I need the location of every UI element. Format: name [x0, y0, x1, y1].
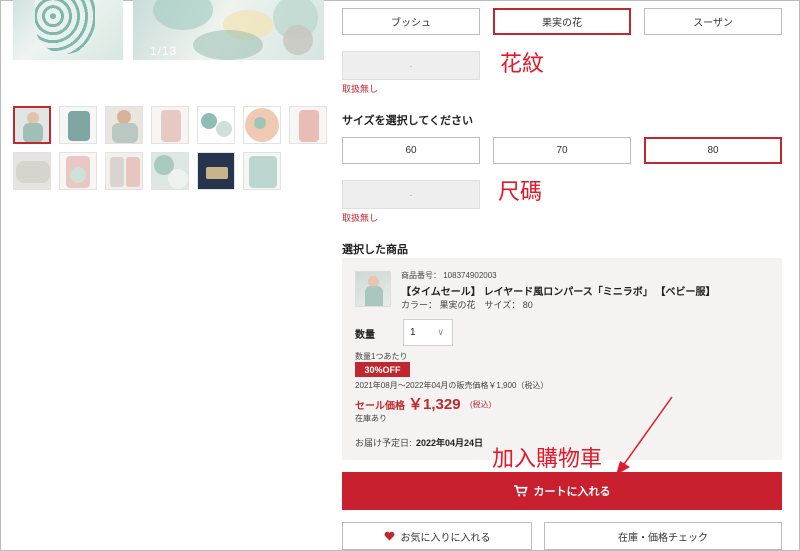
delivery-date: 2022年04月24日	[416, 438, 484, 448]
product-number: 商品番号： 108374902003	[401, 271, 497, 280]
thumbnail[interactable]	[151, 152, 189, 190]
color-option-fruit-flower[interactable]: 果実の花	[493, 8, 631, 35]
delivery-label: お届け予定日:	[355, 438, 412, 448]
favorite-label: お気に入りに入れる	[400, 532, 491, 544]
selected-product-panel: 商品番号： 108374902003 【タイムセール】 レイヤード風ロンパース「…	[342, 258, 782, 460]
stock-price-check-label: 在庫・価格チェック	[618, 532, 708, 544]
per-unit-label: 数量1つあたり	[355, 352, 408, 361]
annotation-arrow-icon	[616, 396, 673, 475]
sale-price: ￥1,329	[408, 396, 461, 413]
thumbnail[interactable]	[151, 106, 189, 144]
color-preview-box: ·	[342, 51, 480, 80]
product-color-size: カラー： 果実の花 サイズ： 80	[401, 300, 533, 310]
color-status: 取扱無し	[342, 84, 379, 94]
add-to-cart-button[interactable]: カートに入れる	[342, 472, 782, 510]
sale-price-label: セール価格	[355, 401, 405, 412]
heart-icon	[384, 531, 394, 541]
size-option-70[interactable]: 70	[493, 137, 631, 164]
quantity-label: 数量	[355, 330, 375, 341]
size-section-title: サイズを選択してください	[342, 115, 474, 127]
thumbnail[interactable]	[289, 106, 327, 144]
size-option-60[interactable]: 60	[342, 137, 480, 164]
thumbnail[interactable]	[105, 152, 143, 190]
stock-price-check-button[interactable]: 在庫・価格チェック	[544, 522, 782, 550]
size-preview-box: ·	[342, 180, 480, 209]
thumbnail[interactable]	[243, 152, 281, 190]
quantity-value: 1	[410, 327, 416, 338]
tax-note: (税込)	[470, 400, 492, 409]
thumbnail[interactable]	[59, 106, 97, 144]
size-option-80[interactable]: 80	[644, 137, 782, 164]
selected-product-title: 選択した商品	[342, 244, 408, 256]
romper-image	[35, 0, 95, 54]
size-status: 取扱無し	[342, 213, 379, 223]
product-thumbnail	[355, 271, 391, 307]
thumbnail[interactable]	[197, 106, 235, 144]
product-name: 【タイムセール】 レイヤード風ロンパース「ミニラボ」 【ベビー服】	[401, 287, 716, 298]
thumbnail[interactable]	[13, 152, 51, 190]
annotation-pattern: 花紋	[500, 52, 545, 77]
thumbnail[interactable]	[243, 106, 281, 144]
thumbnail[interactable]	[13, 106, 51, 144]
quantity-select[interactable]: 1 ∨	[403, 319, 453, 346]
thumbnail[interactable]	[105, 106, 143, 144]
regular-price-note: 2021年08月～2022年04月の販売価格￥1,900（税込）	[355, 381, 549, 390]
thumbnail[interactable]	[197, 152, 235, 190]
thumbnail-grid	[13, 106, 327, 190]
annotation-add-to-cart: 加入購物車	[492, 447, 603, 472]
stock-status: 在庫あり	[355, 414, 387, 423]
cart-icon	[513, 485, 528, 497]
gallery-side-image[interactable]	[13, 0, 123, 60]
discount-badge: 30%OFF	[355, 362, 410, 377]
favorite-button[interactable]: お気に入りに入れる	[342, 522, 532, 550]
add-to-cart-label: カートに入れる	[533, 486, 611, 498]
color-option-susan[interactable]: スーザン	[644, 8, 782, 35]
color-option-bush[interactable]: ブッシュ	[342, 8, 480, 35]
chevron-down-icon: ∨	[437, 327, 444, 337]
gallery-counter: 1/13	[150, 44, 178, 58]
thumbnail[interactable]	[59, 152, 97, 190]
annotation-size: 尺碼	[498, 180, 543, 205]
